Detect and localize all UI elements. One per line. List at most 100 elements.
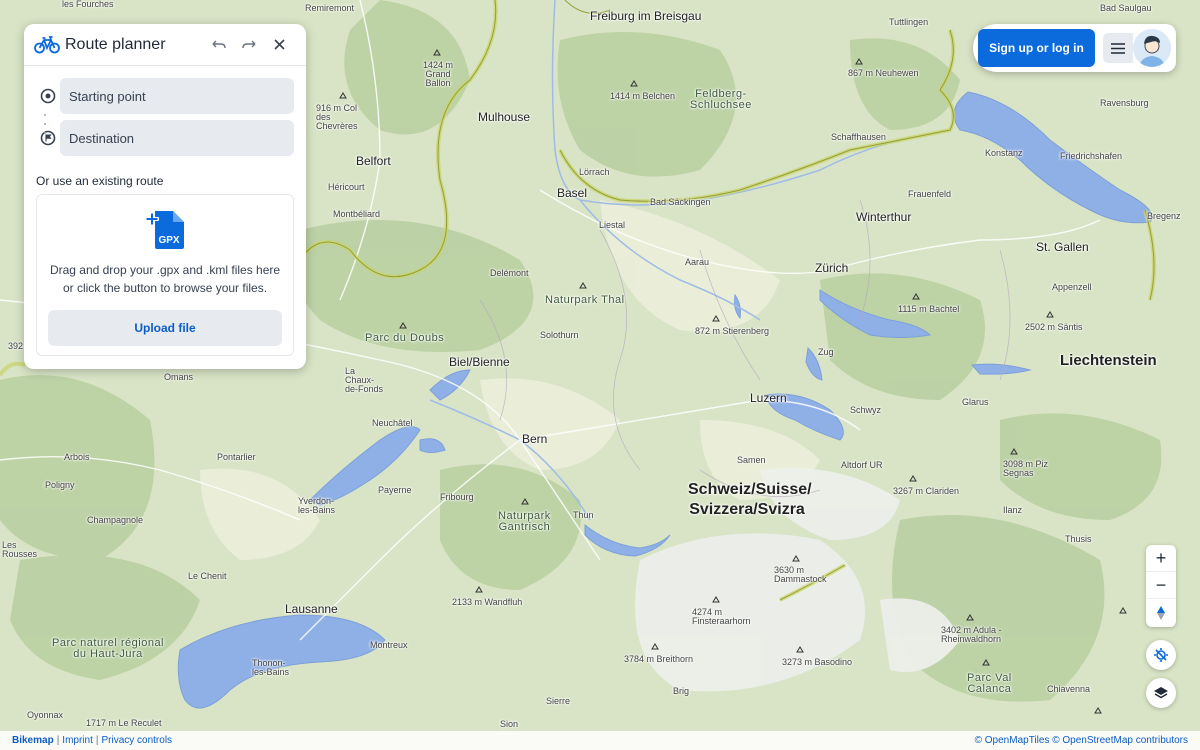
map-label: Belfort: [356, 154, 391, 168]
map-label: Naturpark Gantrisch: [498, 510, 551, 533]
footer-links: Bikemap | Imprint | Privacy controls: [12, 735, 173, 746]
map-label: Appenzell: [1052, 282, 1092, 292]
map-label: Montreux: [370, 640, 408, 650]
bikemap-link[interactable]: Bikemap: [12, 735, 54, 746]
map-label: 3098 m Piz Segnas: [1003, 459, 1049, 478]
openmaptiles-link[interactable]: © OpenMapTiles: [975, 735, 1050, 746]
upload-file-button[interactable]: Upload file: [48, 310, 282, 346]
openstreetmap-link[interactable]: © OpenStreetMap contributors: [1052, 735, 1188, 746]
bicycle-icon: [34, 35, 60, 55]
map-label: 3267 m Clariden: [893, 486, 960, 496]
map-label: Schwyz: [850, 405, 882, 415]
map-label: Zug: [818, 347, 834, 357]
map-label: Tuttlingen: [889, 17, 929, 27]
map-label: Biel/Bienne: [449, 355, 510, 369]
route-planner-panel: Route planner Or use an existing route: [24, 24, 306, 369]
map-label: Frauenfeld: [908, 189, 952, 199]
map-label: Mulhouse: [478, 110, 531, 124]
map-label: Winterthur: [856, 210, 912, 224]
imprint-link[interactable]: Imprint: [62, 735, 93, 746]
redo-icon: [242, 40, 256, 48]
map-label: Liestal: [599, 220, 626, 230]
connector-dots: [44, 114, 46, 134]
map-label: Le Chenit: [188, 571, 227, 581]
close-button[interactable]: [264, 32, 294, 58]
rotate-map-icon: [1154, 648, 1168, 662]
map-label: Schaffhausen: [831, 132, 886, 142]
map-label: Montbéliard: [333, 209, 381, 219]
map-label: 872 m Stierenberg: [695, 326, 770, 336]
map-label: 3784 m Breithorn: [624, 654, 694, 664]
map-label: Poligny: [45, 480, 75, 490]
map-label: Feldberg- Schluchsee: [690, 88, 752, 111]
map-label: 2502 m Säntis: [1025, 322, 1083, 332]
map-label: 1717 m Le Reculet: [86, 718, 162, 728]
map-label: Luzern: [750, 391, 787, 405]
map-label: Chiavenna: [1047, 684, 1091, 694]
map-label: Fribourg: [440, 492, 474, 502]
undo-icon: [212, 40, 226, 48]
signup-login-button[interactable]: Sign up or log in: [978, 29, 1095, 67]
waypoint-start: [36, 78, 294, 114]
map-label: Bregenz: [1147, 211, 1181, 221]
map-label: Ilanz: [1003, 505, 1023, 515]
map-label: 3273 m Basodino: [782, 657, 853, 667]
map-label: Samen: [737, 455, 766, 465]
undo-button[interactable]: [204, 32, 234, 58]
destination-flag-icon: [36, 130, 60, 146]
map-label: 3630 m Dammastock: [774, 565, 827, 584]
map-label: Liechtenstein: [1060, 352, 1157, 369]
map-label: 2133 m Wandfluh: [452, 597, 523, 607]
map-label: Freiburg im Breisgau: [590, 9, 702, 23]
starting-point-input[interactable]: [60, 78, 294, 114]
map-label: Friedrichshafen: [1060, 151, 1123, 161]
locate-button[interactable]: [1146, 640, 1176, 670]
planner-header: Route planner: [24, 24, 306, 66]
redo-button[interactable]: [234, 32, 264, 58]
privacy-controls-link[interactable]: Privacy controls: [101, 735, 172, 746]
map-label: Basel: [557, 186, 588, 200]
map-label: Konstanz: [985, 148, 1023, 158]
map-label: Oyonnax: [27, 710, 64, 720]
waypoint-destination: [36, 120, 294, 156]
map-label: St. Gallen: [1036, 240, 1089, 254]
map-label: Parc Val Calanca: [967, 672, 1012, 695]
file-drop-zone[interactable]: GPX Drag and drop your .gpx and .kml fil…: [36, 194, 294, 356]
drop-instructions: Drag and drop your .gpx and .kml files h…: [49, 263, 281, 295]
map-label: Bad Saulgau: [1100, 3, 1152, 13]
panel-title: Route planner: [65, 35, 166, 53]
map-label: Héricourt: [328, 182, 365, 192]
zoom-controls: + −: [1146, 545, 1176, 627]
map-label: Glarus: [962, 397, 989, 407]
compass-button[interactable]: [1146, 599, 1176, 626]
hamburger-menu-icon: [1111, 42, 1125, 54]
zoom-out-button[interactable]: −: [1146, 572, 1176, 599]
map-label: Sierre: [546, 696, 571, 706]
map-label: Altdorf UR: [841, 460, 883, 470]
map-label: 1424 m Grand Ballon: [422, 60, 454, 88]
map-label: Aarau: [685, 257, 710, 267]
menu-button[interactable]: [1103, 33, 1133, 63]
map-label: 3402 m Adula - Rheinwaldhorn: [941, 625, 1002, 644]
layers-button[interactable]: [1146, 678, 1176, 708]
destination-input[interactable]: [60, 120, 294, 156]
avatar-icon: [1133, 29, 1171, 67]
map-label: Solothurn: [540, 330, 579, 340]
map-label: Arbois: [64, 452, 90, 462]
map-label: Payerne: [378, 485, 412, 495]
user-avatar[interactable]: [1133, 29, 1171, 67]
map-label: Lausanne: [285, 602, 338, 616]
map-label: Parc naturel régional du Haut-Jura: [52, 637, 165, 660]
zoom-in-button[interactable]: +: [1146, 545, 1176, 572]
waypoints-list: [24, 66, 306, 156]
map-label: La Chaux-de-Fonds: [345, 366, 384, 394]
existing-route-label: Or use an existing route: [36, 174, 164, 188]
map-label-country: Schweiz/Suisse/ Svizzera/Svizra: [688, 481, 812, 518]
map-label: Remiremont: [305, 3, 355, 13]
map-attribution: © OpenMapTiles © OpenStreetMap contribut…: [975, 735, 1188, 746]
gpx-badge-text: GPX: [158, 235, 179, 246]
map-label: Parc du Doubs: [365, 332, 445, 344]
map-label: 4274 m Finsteraarhorn: [692, 607, 751, 626]
map-label: Thonon-les-Bains: [252, 658, 290, 677]
layers-icon: [1154, 687, 1168, 699]
